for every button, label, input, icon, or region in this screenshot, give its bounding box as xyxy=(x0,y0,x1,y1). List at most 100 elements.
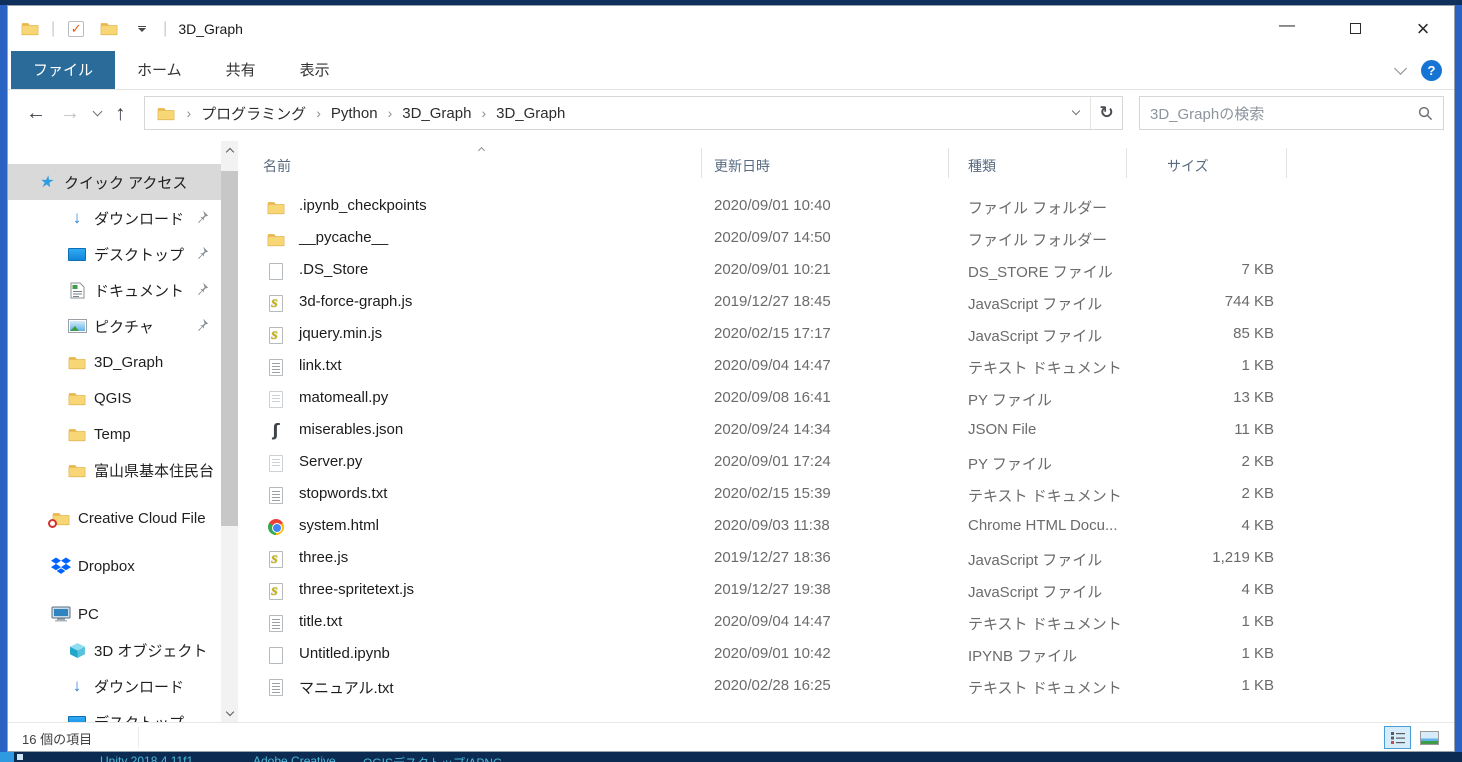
javascript-file-icon xyxy=(267,326,285,344)
tab-view[interactable]: 表示 xyxy=(278,51,352,89)
sidebar-item-3D-オブジェクト[interactable]: 3D オブジェクト xyxy=(8,632,221,668)
back-button[interactable]: ← xyxy=(26,103,46,123)
file-name[interactable]: matomeall.py xyxy=(299,389,388,406)
file-row-Untitled.ipynb[interactable]: Untitled.ipynb2020/09/01 10:42IPYNB ファイル… xyxy=(241,639,1454,671)
sidebar-item-デスクトップ[interactable]: デスクトップ xyxy=(8,236,221,272)
file-row-.ipynb_checkpoints[interactable]: .ipynb_checkpoints2020/09/01 10:40ファイル フ… xyxy=(241,191,1454,223)
qat-customize-dropdown[interactable] xyxy=(130,17,154,41)
quick-access-toolbar: | ✓ | 3D_Graph xyxy=(18,6,243,51)
file-row-jquery.min.js[interactable]: jquery.min.js2020/02/15 17:17JavaScript … xyxy=(241,319,1454,351)
refresh-button[interactable]: ↻ xyxy=(1090,97,1122,129)
file-row-__pycache__[interactable]: __pycache__2020/09/07 14:50ファイル フォルダー xyxy=(241,223,1454,255)
file-name[interactable]: .DS_Store xyxy=(299,261,368,278)
scroll-up-button[interactable] xyxy=(221,141,238,158)
file-row-link.txt[interactable]: link.txt2020/09/04 14:47テキスト ドキュメント1 KB xyxy=(241,351,1454,383)
sidebar-item-Temp[interactable]: Temp xyxy=(8,416,221,452)
file-name[interactable]: three-spritetext.js xyxy=(299,581,414,598)
sidebar-item-Dropbox[interactable]: Dropbox xyxy=(8,548,221,584)
file-row-miserables.json[interactable]: ʃmiserables.json2020/09/24 14:34JSON Fil… xyxy=(241,415,1454,447)
breadcrumb-item[interactable]: Python xyxy=(331,105,378,122)
file-name[interactable]: title.txt xyxy=(299,613,342,630)
details-view-button[interactable] xyxy=(1384,726,1411,749)
file-name[interactable]: link.txt xyxy=(299,357,342,374)
file-row-Server.py[interactable]: Server.py2020/09/01 17:24PY ファイル2 KB xyxy=(241,447,1454,479)
column-divider[interactable] xyxy=(948,148,949,178)
taskbar[interactable]: Unity 2018.4.11f1 Adobe Creative QGISデスクトッ… xyxy=(0,752,1462,762)
taskbar-app-label[interactable]: Adobe Creative xyxy=(253,754,336,762)
address-bar[interactable]: ›プログラミング›Python›3D_Graph›3D_Graph ↻ xyxy=(144,96,1124,130)
taskbar-app-label[interactable]: QGISデスクトップ/APNG xyxy=(363,754,502,762)
sidebar-item-ピクチャ[interactable]: ピクチャ xyxy=(8,308,221,344)
sidebar-item-ダウンロード[interactable]: ↓ダウンロード xyxy=(8,668,221,704)
title-bar[interactable]: | ✓ | 3D_Graph — × xyxy=(8,6,1454,51)
address-dropdown-button[interactable] xyxy=(1062,97,1090,129)
scroll-down-button[interactable] xyxy=(221,705,238,722)
file-row-three.js[interactable]: three.js2019/12/27 18:36JavaScript ファイル1… xyxy=(241,543,1454,575)
up-button[interactable]: ↑ xyxy=(115,103,126,124)
file-name[interactable]: マニュアル.txt xyxy=(299,677,394,698)
sidebar-item-ドキュメント[interactable]: ドキュメント xyxy=(8,272,221,308)
minimize-button[interactable]: — xyxy=(1264,12,1310,46)
column-header-type[interactable]: 種類 xyxy=(968,156,996,176)
navigation-toolbar: ← → ↑ ›プログラミング›Python›3D_Graph›3D_Graph … xyxy=(8,90,1454,136)
column-header-size[interactable]: サイズ xyxy=(1167,156,1209,176)
file-name[interactable]: __pycache__ xyxy=(299,229,388,246)
search-box[interactable]: 3D_Graphの検索 xyxy=(1139,96,1444,130)
taskbar-app-label[interactable]: Unity 2018.4.11f1 xyxy=(100,754,193,762)
tab-file[interactable]: ファイル xyxy=(11,51,115,89)
maximize-button[interactable] xyxy=(1332,12,1378,46)
breadcrumb-item[interactable]: プログラミング xyxy=(201,103,306,124)
file-date-modified: 2020/09/07 14:50 xyxy=(714,229,831,246)
breadcrumb-item[interactable]: 3D_Graph xyxy=(496,105,565,122)
large-icons-view-button[interactable] xyxy=(1416,726,1443,749)
file-size: 11 KB xyxy=(1121,421,1274,438)
file-name[interactable]: system.html xyxy=(299,517,379,534)
recent-locations-chevron-icon[interactable] xyxy=(93,106,103,116)
file-row-three-spritetext.js[interactable]: three-spritetext.js2019/12/27 19:38JavaS… xyxy=(241,575,1454,607)
sidebar-scrollbar[interactable] xyxy=(221,141,238,722)
sidebar-item-クイック-アクセス[interactable]: ★クイック アクセス xyxy=(8,164,221,200)
file-name[interactable]: Untitled.ipynb xyxy=(299,645,390,662)
file-row-マニュアル.txt[interactable]: マニュアル.txt2020/02/28 16:25テキスト ドキュメント1 KB xyxy=(241,671,1454,703)
file-type: JavaScript ファイル xyxy=(968,581,1102,602)
sidebar-item-Creative-Cloud-File[interactable]: Creative Cloud File xyxy=(8,500,221,536)
tab-share[interactable]: 共有 xyxy=(204,51,278,89)
file-row-matomeall.py[interactable]: matomeall.py2020/09/08 16:41PY ファイル13 KB xyxy=(241,383,1454,415)
file-name[interactable]: jquery.min.js xyxy=(299,325,382,342)
column-divider[interactable] xyxy=(701,148,702,178)
column-header-name[interactable]: 名前 xyxy=(263,156,291,176)
search-placeholder: 3D_Graphの検索 xyxy=(1150,103,1418,124)
forward-button[interactable]: → xyxy=(60,103,80,123)
scrollbar-thumb[interactable] xyxy=(221,171,238,526)
file-name[interactable]: stopwords.txt xyxy=(299,485,387,502)
help-button[interactable]: ? xyxy=(1421,60,1442,81)
column-divider[interactable] xyxy=(1126,148,1127,178)
tab-home[interactable]: ホーム xyxy=(115,51,204,89)
breadcrumb-item[interactable]: 3D_Graph xyxy=(402,105,471,122)
qat-new-folder-button[interactable] xyxy=(97,17,121,41)
file-name[interactable]: .ipynb_checkpoints xyxy=(299,197,427,214)
file-row-3d-force-graph.js[interactable]: 3d-force-graph.js2019/12/27 18:45JavaScr… xyxy=(241,287,1454,319)
file-name[interactable]: 3d-force-graph.js xyxy=(299,293,412,310)
sidebar-item-ダウンロード[interactable]: ↓ダウンロード xyxy=(8,200,221,236)
sidebar-item-3D_Graph[interactable]: 3D_Graph xyxy=(8,344,221,380)
file-row-stopwords.txt[interactable]: stopwords.txt2020/02/15 15:39テキスト ドキュメント… xyxy=(241,479,1454,511)
file-row-.DS_Store[interactable]: .DS_Store2020/09/01 10:21DS_STORE ファイル7 … xyxy=(241,255,1454,287)
file-name[interactable]: three.js xyxy=(299,549,348,566)
expand-ribbon-chevron-icon[interactable] xyxy=(1394,62,1407,75)
qat-properties-button[interactable]: ✓ xyxy=(64,17,88,41)
sidebar-item-QGIS[interactable]: QGIS xyxy=(8,380,221,416)
file-row-title.txt[interactable]: title.txt2020/09/04 14:47テキスト ドキュメント1 KB xyxy=(241,607,1454,639)
column-header-date[interactable]: 更新日時 xyxy=(714,156,770,176)
column-divider[interactable] xyxy=(1286,148,1287,178)
close-button[interactable]: × xyxy=(1400,12,1446,46)
sidebar-item-PC[interactable]: PC xyxy=(8,596,221,632)
taskbar-active-app-button[interactable] xyxy=(0,752,14,762)
sidebar-item-富山県基本住民台[interactable]: 富山県基本住民台 xyxy=(8,452,221,488)
file-name[interactable]: miserables.json xyxy=(299,421,403,438)
3d-objects-cube-icon xyxy=(66,642,88,659)
sidebar-item-デスクトップ[interactable]: デスクトップ xyxy=(8,704,221,722)
file-size: 2 KB xyxy=(1121,453,1274,470)
file-name[interactable]: Server.py xyxy=(299,453,362,470)
file-row-system.html[interactable]: system.html2020/09/03 11:38Chrome HTML D… xyxy=(241,511,1454,543)
